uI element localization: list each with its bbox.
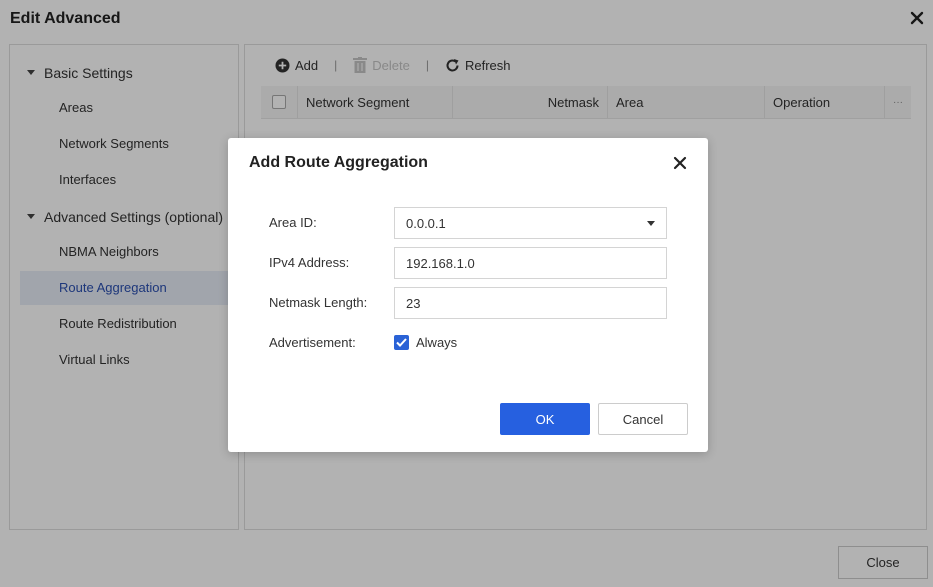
ipv4-address-input[interactable] [394, 247, 667, 279]
checkmark-icon[interactable] [394, 335, 409, 350]
advertisement-always-checkbox[interactable]: Always [394, 335, 457, 350]
dialog-title: Add Route Aggregation [249, 154, 428, 171]
area-id-value: 0.0.0.1 [406, 215, 446, 231]
area-id-select[interactable]: 0.0.0.1 [394, 207, 667, 239]
netmask-length-input[interactable] [394, 287, 667, 319]
ipv4-address-label: IPv4 Address: [269, 255, 350, 270]
ok-button[interactable]: OK [500, 403, 590, 435]
netmask-length-label: Netmask Length: [269, 295, 368, 310]
dialog-close-icon[interactable] [672, 155, 688, 171]
advertisement-label: Advertisement: [269, 335, 356, 350]
cancel-button[interactable]: Cancel [598, 403, 688, 435]
add-route-aggregation-dialog: Add Route Aggregation Area ID: 0.0.0.1 I… [228, 138, 708, 452]
advertisement-option-label: Always [416, 335, 458, 350]
area-id-label: Area ID: [269, 215, 317, 230]
dropdown-arrow-icon [647, 221, 655, 226]
